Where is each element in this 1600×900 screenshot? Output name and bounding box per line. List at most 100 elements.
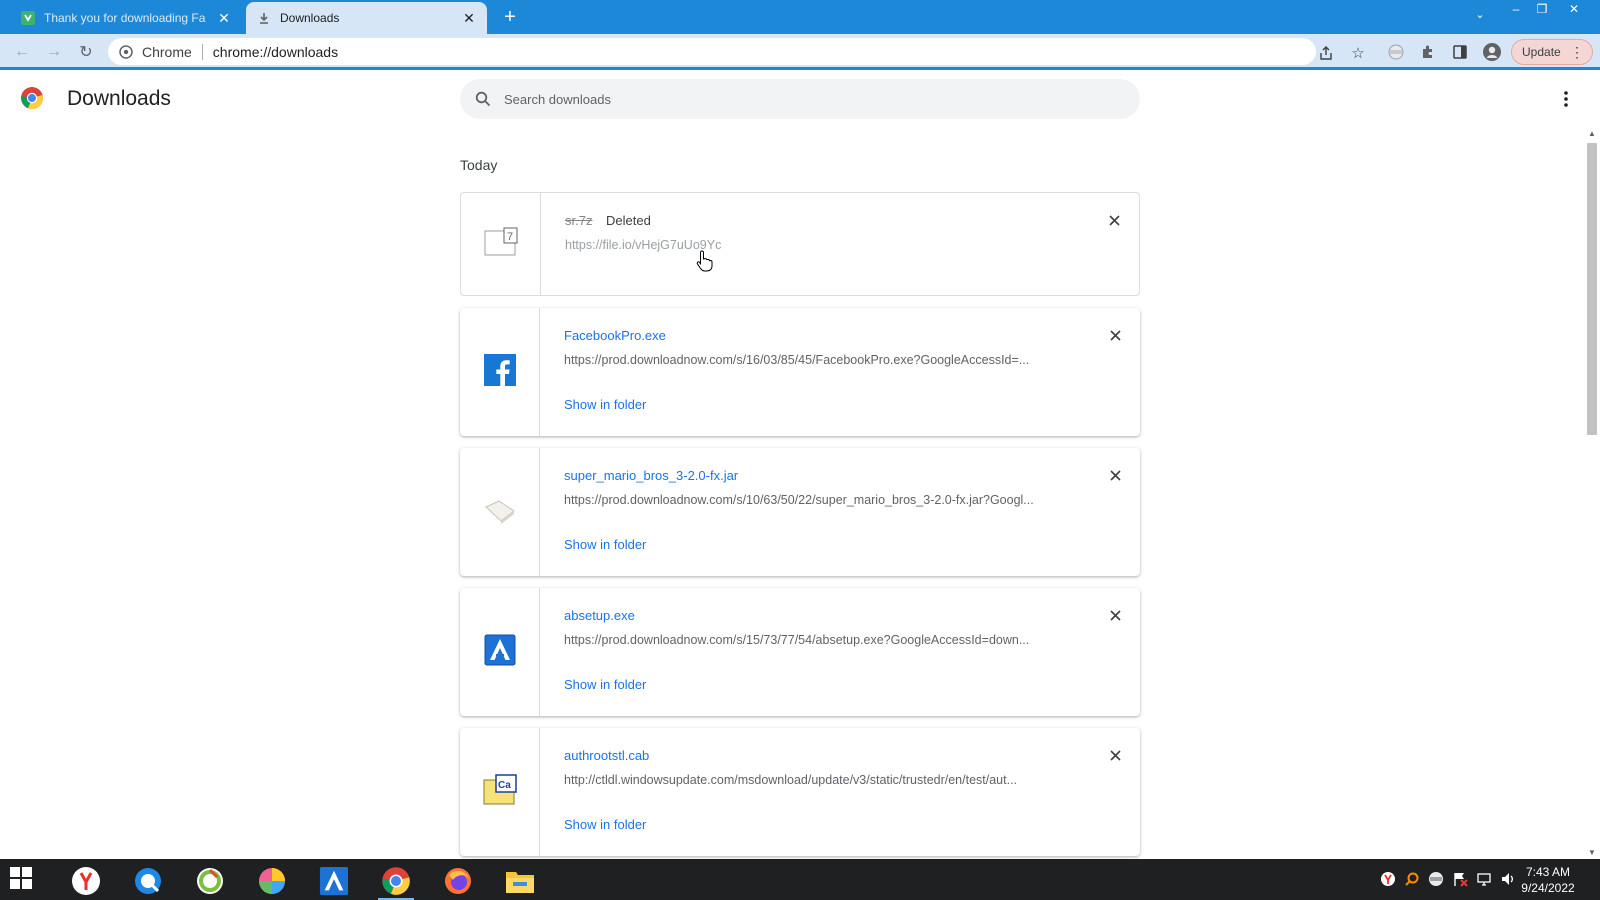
remove-download-close-icon[interactable] <box>1105 211 1123 229</box>
svg-text:7: 7 <box>507 231 513 243</box>
kebab-menu-icon[interactable]: ⋮ <box>1570 44 1584 61</box>
update-label: Update <box>1522 45 1561 59</box>
q-browser-icon[interactable] <box>126 862 170 900</box>
downloadnow-favicon-icon <box>20 10 36 26</box>
download-item: Ca authrootstl.cab http://ctldl.windowsu… <box>460 728 1140 856</box>
scrollbar-thumb[interactable] <box>1587 143 1597 435</box>
network-icon[interactable] <box>1476 871 1492 887</box>
minimize-icon[interactable]: – <box>1504 0 1528 18</box>
restore-icon[interactable]: ❐ <box>1530 0 1554 18</box>
search-input[interactable] <box>504 91 1104 107</box>
chrome-secure-icon[interactable] <box>118 44 134 60</box>
download-filename: sr.7z <box>565 213 593 228</box>
tab-title: Thank you for downloading Face <box>44 11 206 25</box>
bookmark-star-icon[interactable]: ☆ <box>1348 43 1368 63</box>
show-in-folder-link[interactable]: Show in folder <box>564 817 646 832</box>
forward-arrow-icon[interactable]: → <box>42 40 66 64</box>
download-filename-link[interactable]: super_mario_bros_3-2.0-fx.jar <box>564 468 738 483</box>
download-status: Deleted <box>606 213 651 228</box>
download-url[interactable]: https://prod.downloadnow.com/s/15/73/77/… <box>564 633 1064 647</box>
download-icon-column: Ca <box>460 728 540 856</box>
extensions-puzzle-icon[interactable] <box>1418 42 1438 62</box>
search-downloads[interactable] <box>460 79 1140 119</box>
profile-avatar-icon[interactable] <box>1482 42 1502 62</box>
downloads-header: Downloads <box>0 73 1584 127</box>
absetup-app-icon <box>484 634 516 671</box>
browser-tab-strip: Thank you for downloading Face ✕ Downloa… <box>0 0 1600 34</box>
omnibox-divider <box>201 43 203 60</box>
download-icon <box>256 10 272 26</box>
vpn-tray-icon[interactable] <box>1428 871 1444 887</box>
windows-taskbar: 7:43 AM 9/24/2022 <box>0 859 1600 900</box>
search-tray-icon[interactable] <box>1404 871 1420 887</box>
remove-download-close-icon[interactable] <box>1106 466 1124 484</box>
update-button[interactable]: Update ⋮ <box>1511 39 1593 65</box>
download-url[interactable]: https://prod.downloadnow.com/s/10/63/50/… <box>564 493 1064 507</box>
download-url[interactable]: https://prod.downloadnow.com/s/16/03/85/… <box>564 353 1064 367</box>
date-section-label: Today <box>460 157 498 173</box>
page-title: Downloads <box>67 87 171 110</box>
facebook-icon <box>483 353 516 391</box>
clock-time: 7:43 AM <box>1525 865 1571 879</box>
extension-flag-icon[interactable] <box>1386 42 1406 62</box>
more-actions-kebab-icon[interactable] <box>1554 87 1578 111</box>
download-filename-link[interactable]: absetup.exe <box>564 608 635 623</box>
download-icon-column <box>460 308 540 436</box>
ccleaner-icon[interactable] <box>188 862 232 900</box>
tab-thank-you[interactable]: Thank you for downloading Face ✕ <box>10 2 242 34</box>
download-filename-link[interactable]: authrootstl.cab <box>564 748 649 763</box>
reload-icon[interactable]: ↻ <box>74 40 98 64</box>
download-url[interactable]: http://ctldl.windowsupdate.com/msdownloa… <box>564 773 1064 787</box>
search-icon <box>474 90 492 108</box>
download-url[interactable]: https://file.io/vHejG7uUo9Yc <box>565 238 1065 252</box>
download-filename-link[interactable]: FacebookPro.exe <box>564 328 666 343</box>
action-center-flag-icon[interactable] <box>1452 871 1468 887</box>
cab-file-icon: Ca <box>483 773 517 811</box>
hand-cursor-icon <box>696 250 714 272</box>
omnibox-url[interactable]: chrome://downloads <box>213 44 338 60</box>
chrome-icon[interactable] <box>374 862 418 900</box>
download-item: 7 sr.7z Deleted https://file.io/vHejG7uU… <box>460 192 1140 296</box>
side-panel-icon[interactable] <box>1450 42 1470 62</box>
omnibox-scheme-label: Chrome <box>142 43 192 60</box>
show-in-folder-link[interactable]: Show in folder <box>564 677 646 692</box>
tab-title: Downloads <box>280 11 340 25</box>
svg-text:Ca: Ca <box>498 780 511 791</box>
address-bar[interactable]: Chrome chrome://downloads ☆ <box>108 38 1365 65</box>
scroll-down-arrow-icon[interactable]: ▼ <box>1588 848 1596 857</box>
download-item: super_mario_bros_3-2.0-fx.jar https://pr… <box>460 448 1140 576</box>
show-in-folder-link[interactable]: Show in folder <box>564 397 646 412</box>
download-item: FacebookPro.exe https://prod.downloadnow… <box>460 308 1140 436</box>
firefox-icon[interactable] <box>436 862 480 900</box>
system-clock[interactable]: 7:43 AM 9/24/2022 <box>1508 864 1588 896</box>
clock-date: 9/24/2022 <box>1521 881 1575 895</box>
yandex-tray-icon[interactable] <box>1380 871 1396 887</box>
tab-close-icon[interactable]: ✕ <box>461 10 477 26</box>
download-icon-column: 7 <box>461 193 541 295</box>
remove-download-close-icon[interactable] <box>1106 606 1124 624</box>
browser-toolbar: ← → ↻ Chrome chrome://downloads ☆ Update… <box>0 34 1600 70</box>
remove-download-close-icon[interactable] <box>1106 746 1124 764</box>
download-icon-column <box>460 448 540 576</box>
new-tab-button[interactable]: + <box>498 6 522 30</box>
absetup-app-icon[interactable] <box>312 862 356 900</box>
page-scrollbar[interactable]: ▲ ▼ <box>1584 127 1600 859</box>
remove-download-close-icon[interactable] <box>1106 326 1124 344</box>
jar-file-icon <box>483 495 517 530</box>
chrome-logo-icon <box>20 86 44 110</box>
file-explorer-icon[interactable] <box>498 862 542 900</box>
download-icon-column <box>460 588 540 716</box>
download-item: absetup.exe https://prod.downloadnow.com… <box>460 588 1140 716</box>
tab-downloads[interactable]: Downloads ✕ <box>246 2 487 34</box>
scroll-up-arrow-icon[interactable]: ▲ <box>1588 129 1596 138</box>
window-close-icon[interactable]: ✕ <box>1562 0 1586 18</box>
windows-start-icon[interactable] <box>10 867 34 891</box>
archive-file-icon: 7 <box>484 227 518 262</box>
yandex-browser-icon[interactable] <box>64 862 108 900</box>
show-in-folder-link[interactable]: Show in folder <box>564 537 646 552</box>
tab-search-chevron-icon[interactable]: ⌄ <box>1470 8 1490 26</box>
tab-close-icon[interactable]: ✕ <box>216 10 232 26</box>
share-icon[interactable] <box>1316 43 1336 63</box>
back-arrow-icon[interactable]: ← <box>10 40 34 64</box>
colorful-app-icon[interactable] <box>250 862 294 900</box>
